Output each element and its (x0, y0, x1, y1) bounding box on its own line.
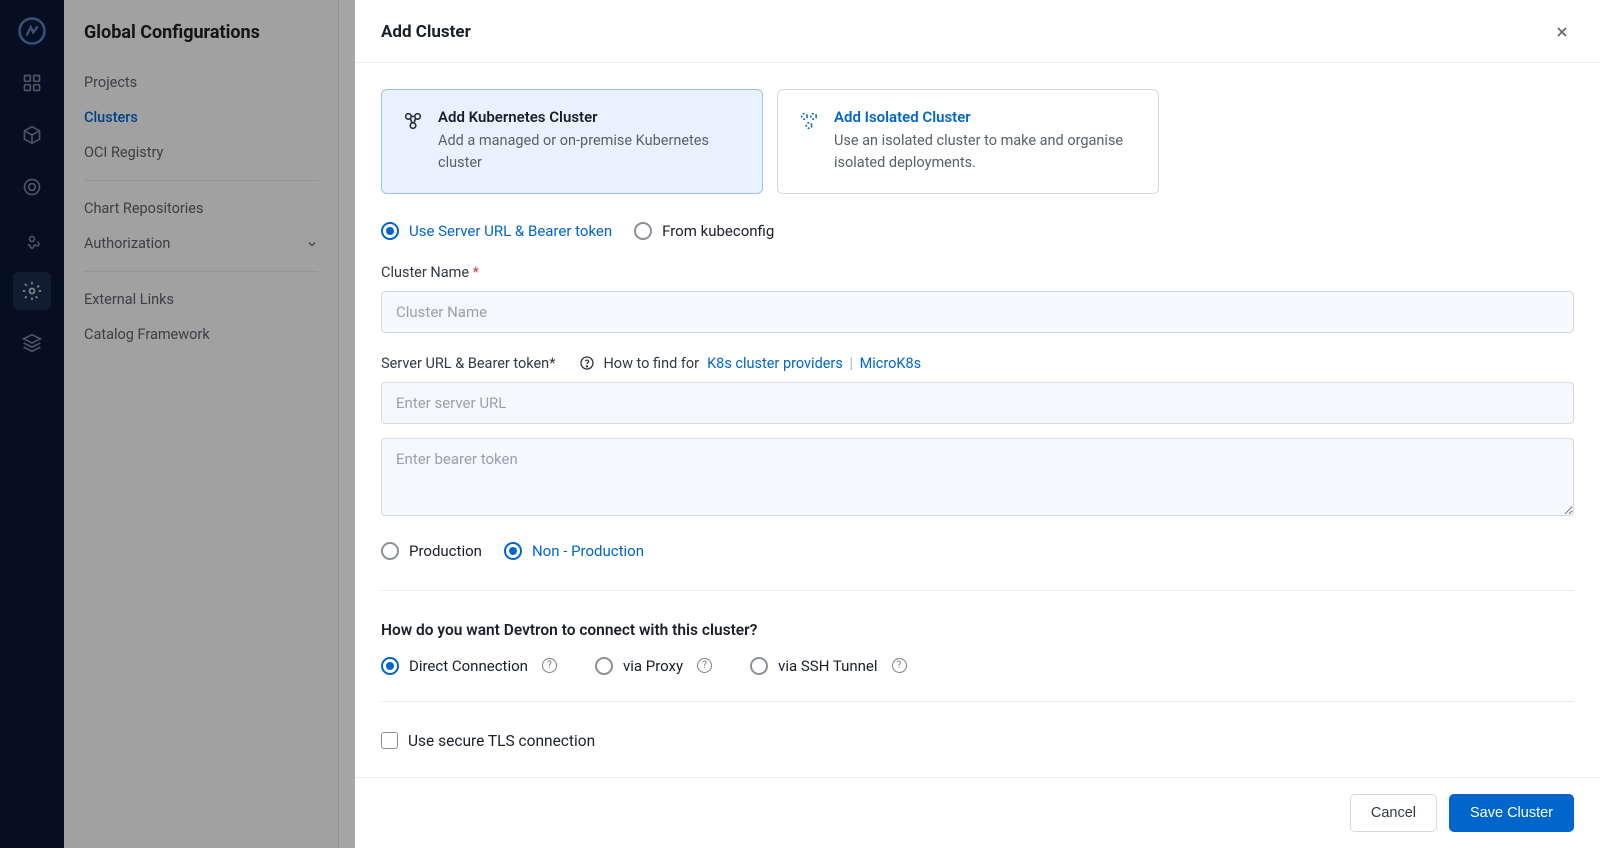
radio-indicator (381, 222, 399, 240)
server-url-token-section: Server URL & Bearer token* How to find f… (381, 355, 1574, 520)
bearer-token-input[interactable] (381, 438, 1574, 516)
card-description: Add a managed or on-premise Kubernetes c… (438, 130, 742, 175)
section-divider (381, 590, 1574, 591)
server-url-input[interactable] (381, 382, 1574, 424)
radio-indicator (381, 657, 399, 675)
kubernetes-icon (402, 108, 424, 175)
checkbox-indicator (381, 732, 398, 749)
radio-indicator (634, 222, 652, 240)
connection-radio-group: Direct Connection ? via Proxy ? via SSH … (381, 657, 1574, 675)
isolated-cluster-icon (798, 108, 820, 175)
help-links: K8s cluster providers | MicroK8s (707, 355, 921, 372)
environment-type-radio-group: Production Non - Production (381, 542, 1574, 560)
radio-server-url-bearer[interactable]: Use Server URL & Bearer token (381, 222, 612, 240)
help-icon[interactable]: ? (542, 658, 557, 673)
card-title: Add Isolated Cluster (834, 108, 1138, 126)
info-icon[interactable] (579, 355, 595, 371)
help-prefix-text: How to find for (603, 355, 699, 372)
radio-from-kubeconfig[interactable]: From kubeconfig (634, 222, 774, 240)
server-url-label: Server URL & Bearer token* (381, 355, 555, 372)
link-microk8s[interactable]: MicroK8s (860, 355, 922, 372)
tls-checkbox-row[interactable]: Use secure TLS connection (381, 732, 1574, 750)
cluster-name-input[interactable] (381, 291, 1574, 333)
cluster-name-label: Cluster Name * (381, 264, 1574, 281)
drawer-footer: Cancel Save Cluster (355, 777, 1600, 848)
drawer-header: Add Cluster (355, 0, 1600, 63)
cluster-name-field: Cluster Name * (381, 264, 1574, 333)
help-icon[interactable]: ? (697, 658, 712, 673)
card-isolated-cluster[interactable]: Add Isolated Cluster Use an isolated clu… (777, 89, 1159, 194)
card-title: Add Kubernetes Cluster (438, 108, 742, 126)
help-icon[interactable]: ? (892, 658, 907, 673)
cluster-type-cards: Add Kubernetes Cluster Add a managed or … (381, 89, 1574, 194)
radio-via-ssh-tunnel[interactable]: via SSH Tunnel ? (750, 657, 906, 675)
tls-label: Use secure TLS connection (408, 732, 595, 750)
radio-direct-connection[interactable]: Direct Connection ? (381, 657, 557, 675)
radio-indicator (750, 657, 768, 675)
cancel-button[interactable]: Cancel (1350, 794, 1437, 832)
connection-heading: How do you want Devtron to connect with … (381, 621, 1574, 639)
radio-indicator (381, 542, 399, 560)
server-url-label-row: Server URL & Bearer token* How to find f… (381, 355, 1574, 372)
radio-non-production[interactable]: Non - Production (504, 542, 644, 560)
auth-method-radio-group: Use Server URL & Bearer token From kubec… (381, 222, 1574, 240)
save-cluster-button[interactable]: Save Cluster (1449, 794, 1574, 832)
card-kubernetes-cluster[interactable]: Add Kubernetes Cluster Add a managed or … (381, 89, 763, 194)
radio-via-proxy[interactable]: via Proxy ? (595, 657, 712, 675)
radio-indicator (595, 657, 613, 675)
radio-production[interactable]: Production (381, 542, 482, 560)
radio-indicator (504, 542, 522, 560)
card-description: Use an isolated cluster to make and orga… (834, 130, 1138, 175)
drawer-title: Add Cluster (381, 22, 471, 42)
section-divider (381, 701, 1574, 702)
close-button[interactable] (1550, 20, 1574, 44)
drawer-body: Add Kubernetes Cluster Add a managed or … (355, 63, 1600, 777)
close-icon (1554, 24, 1570, 40)
link-k8s-providers[interactable]: K8s cluster providers (707, 355, 843, 372)
add-cluster-drawer: Add Cluster Add Kubernetes Cluster Add a… (355, 0, 1600, 848)
